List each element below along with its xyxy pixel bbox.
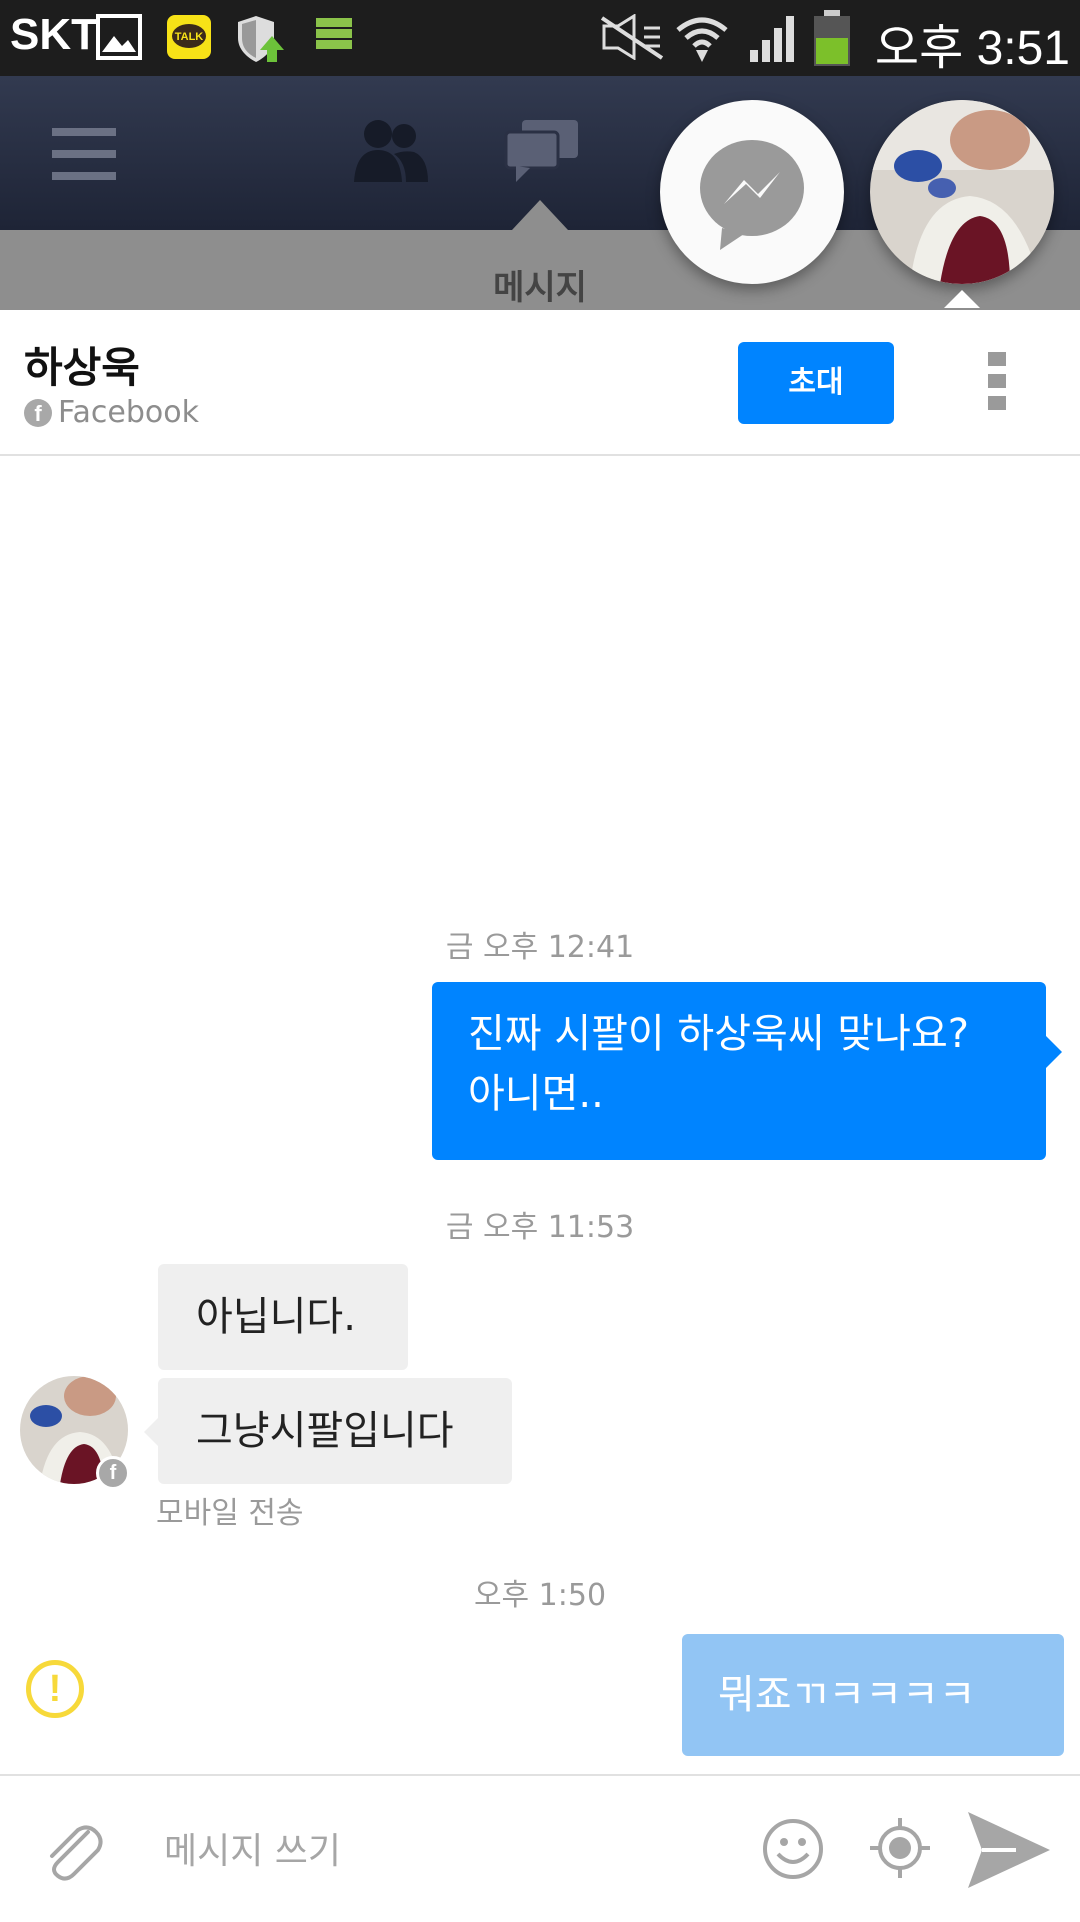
message-input[interactable] bbox=[164, 1826, 724, 1876]
contact-source: f Facebook bbox=[24, 394, 199, 430]
messenger-icon bbox=[700, 140, 804, 250]
carrier-label: SKT bbox=[10, 10, 98, 59]
conversation-panel: 하상욱 f Facebook 초대 금 오후 12:41 진짜 시팔이 하상욱씨 … bbox=[0, 312, 1080, 1922]
emoji-icon[interactable] bbox=[762, 1818, 824, 1884]
mobile-sent-note: 모바일 전송 bbox=[156, 1496, 304, 1531]
active-tab-caret bbox=[512, 200, 568, 230]
message-text-line: 진짜 시팔이 하상욱씨 맞나요? bbox=[468, 1011, 969, 1057]
message-timestamp: 오후 1:50 bbox=[473, 1578, 607, 1613]
send-failed-icon[interactable]: ! bbox=[26, 1660, 84, 1718]
bubble-tail bbox=[1046, 1036, 1062, 1068]
wifi-icon bbox=[674, 14, 730, 70]
image-icon bbox=[96, 14, 142, 64]
contact-avatar bbox=[870, 100, 1054, 284]
send-icon[interactable] bbox=[966, 1810, 1052, 1894]
facebook-icon: f bbox=[24, 398, 52, 427]
contact-name: 하상욱 bbox=[24, 343, 140, 392]
more-options-icon[interactable] bbox=[988, 352, 1008, 416]
contact-chat-head[interactable] bbox=[870, 100, 1054, 284]
message-timestamp: 금 오후 11:53 bbox=[445, 1210, 635, 1245]
source-label: Facebook bbox=[58, 395, 199, 430]
friends-icon[interactable] bbox=[350, 116, 430, 190]
storage-icon bbox=[314, 14, 354, 58]
invite-button[interactable]: 초대 bbox=[738, 342, 894, 424]
menu-icon[interactable] bbox=[52, 128, 116, 184]
signal-icon bbox=[748, 14, 800, 68]
battery-icon bbox=[814, 10, 850, 70]
location-icon[interactable] bbox=[868, 1816, 932, 1884]
incoming-message[interactable]: 그냥시팔입니다 bbox=[158, 1378, 512, 1484]
bubble-tail bbox=[144, 1418, 158, 1446]
message-text-line: 아니면.. bbox=[468, 1071, 604, 1117]
clock: 오후 3:51 bbox=[874, 22, 1070, 75]
incoming-message[interactable]: 아닙니다. bbox=[158, 1264, 408, 1370]
shield-update-icon bbox=[234, 14, 288, 68]
outgoing-message-pending[interactable]: 뭐죠ㄲㅋㅋㅋㅋ bbox=[682, 1634, 1064, 1756]
messenger-chat-head[interactable] bbox=[660, 100, 844, 284]
attach-icon[interactable] bbox=[40, 1818, 106, 1888]
svg-text:TALK: TALK bbox=[175, 31, 204, 43]
messages-icon[interactable] bbox=[504, 120, 580, 188]
status-bar: SKT TALK 오후 3:51 bbox=[0, 0, 1080, 76]
kakaotalk-icon: TALK bbox=[166, 14, 212, 64]
conversation-header: 하상욱 f Facebook 초대 bbox=[0, 312, 1080, 456]
message-composer bbox=[0, 1774, 1080, 1922]
outgoing-message[interactable]: 진짜 시팔이 하상욱씨 맞나요? 아니면.. bbox=[432, 982, 1046, 1160]
mute-icon bbox=[600, 13, 666, 64]
facebook-badge-icon: f bbox=[96, 1456, 130, 1490]
chat-head-pointer bbox=[944, 290, 980, 308]
message-timestamp: 금 오후 12:41 bbox=[445, 930, 635, 965]
